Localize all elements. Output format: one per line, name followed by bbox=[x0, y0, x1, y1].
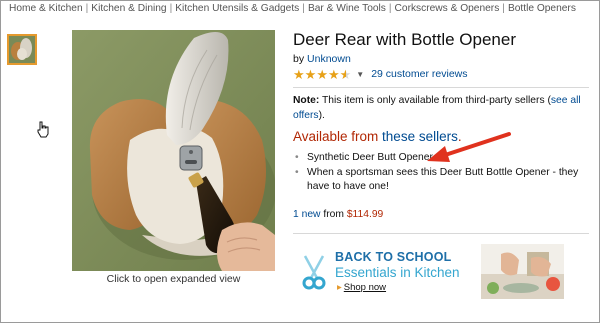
customer-reviews-link[interactable]: 29 customer reviews bbox=[371, 68, 467, 80]
back-to-school-banner[interactable]: BACK TO SCHOOL Essentials in Kitchen Sho… bbox=[293, 244, 564, 299]
product-title: Deer Rear with Bottle Opener bbox=[293, 30, 516, 49]
breadcrumb-separator: | bbox=[169, 3, 173, 14]
star-icon: ★ bbox=[316, 66, 328, 82]
list-item: When a sportsman sees this Deer Butt Bot… bbox=[293, 166, 583, 194]
breadcrumb-separator: | bbox=[302, 3, 305, 14]
brand-link[interactable]: Unknown bbox=[307, 53, 351, 65]
note-suffix: ). bbox=[318, 110, 325, 121]
breadcrumb-bottle-openers[interactable]: Bottle Openers bbox=[508, 3, 576, 14]
byline-prefix: by bbox=[293, 53, 305, 65]
byline: by Unknown bbox=[293, 53, 351, 65]
chevron-down-icon[interactable]: ▼ bbox=[356, 70, 364, 79]
offer-line: 1 new from $114.99 bbox=[293, 209, 383, 220]
product-details: Deer Rear with Bottle Opener by Unknown … bbox=[293, 29, 593, 234]
product-thumbnail[interactable] bbox=[7, 34, 37, 65]
note-text: This item is only available from third-p… bbox=[319, 95, 551, 106]
breadcrumb-bar-wine-tools[interactable]: Bar & Wine Tools bbox=[308, 3, 386, 14]
kitchen-photo bbox=[481, 244, 564, 299]
scissors-icon bbox=[302, 255, 326, 290]
half-star-icon: ★ bbox=[339, 66, 352, 82]
banner-subtitle: Essentials in Kitchen bbox=[335, 265, 460, 280]
rating-row: ★ ★ ★ ★ ★ ▼ 29 customer reviews bbox=[293, 67, 468, 81]
breadcrumb: Home & Kitchen | Kitchen & Dining | Kitchen … bbox=[9, 3, 595, 19]
deer-rear-bottle-opener-image bbox=[72, 30, 275, 271]
banner-title: BACK TO SCHOOL bbox=[335, 250, 452, 264]
star-icon: ★ bbox=[327, 66, 340, 82]
annotation-arrow-icon bbox=[427, 132, 511, 162]
note-label: Note: bbox=[293, 95, 320, 106]
star-icon: ★ bbox=[293, 66, 305, 82]
breadcrumb-corkscrews-openers[interactable]: Corkscrews & Openers bbox=[395, 3, 500, 14]
offer-price: $114.99 bbox=[346, 209, 384, 220]
breadcrumb-separator: | bbox=[388, 3, 392, 14]
offers-from: from bbox=[320, 209, 347, 220]
shop-now-link[interactable]: Shop now bbox=[337, 282, 386, 293]
hand-cursor-icon bbox=[37, 121, 49, 138]
breadcrumb-utensils-gadgets[interactable]: Kitchen Utensils & Gadgets bbox=[175, 3, 299, 14]
divider bbox=[293, 233, 589, 234]
star-rating[interactable]: ★ ★ ★ ★ ★ bbox=[293, 68, 351, 81]
breadcrumb-separator: | bbox=[502, 3, 505, 14]
new-offers-link[interactable]: 1 new bbox=[293, 209, 320, 220]
star-icon: ★ bbox=[304, 66, 317, 82]
image-caption[interactable]: Click to open expanded view bbox=[72, 273, 275, 285]
thumbnail-image bbox=[9, 36, 35, 63]
breadcrumb-separator: | bbox=[85, 3, 89, 14]
product-main-image[interactable] bbox=[72, 30, 275, 271]
breadcrumb-kitchen-dining[interactable]: Kitchen & Dining bbox=[91, 3, 166, 14]
available-prefix: Available from bbox=[293, 129, 383, 144]
availability-note: Note: This item is only available from t… bbox=[293, 93, 583, 123]
breadcrumb-home-kitchen[interactable]: Home & Kitchen bbox=[9, 3, 83, 14]
divider bbox=[293, 87, 589, 88]
